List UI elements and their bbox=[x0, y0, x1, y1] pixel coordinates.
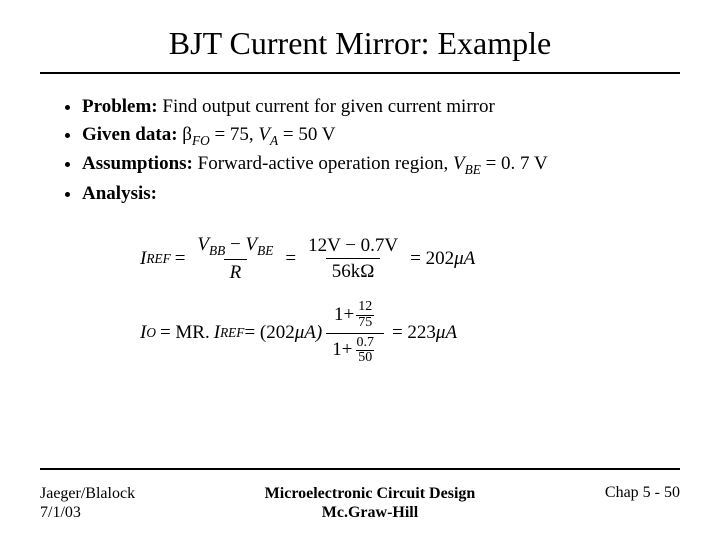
eq1-frac2-num: 12V − 0.7V bbox=[304, 233, 402, 259]
eq2-iref-sub: REF bbox=[220, 324, 244, 342]
eq1-frac2-den: 56kΩ bbox=[326, 258, 381, 285]
vbe-symbol: V bbox=[453, 153, 465, 174]
bullet-given: Given data: βFO = 75, VA = 50 V bbox=[82, 122, 660, 150]
footer-title: Microelectronic Circuit Design bbox=[135, 484, 605, 503]
eq2-ratio-top: 1+ 12 75 bbox=[326, 298, 384, 332]
eq1-minus: − bbox=[230, 234, 241, 255]
bullet-analysis: Analysis: bbox=[82, 181, 660, 207]
eq2-unit: μA bbox=[436, 320, 457, 346]
footer-authors: Jaeger/Blalock bbox=[40, 484, 135, 503]
va-val: = 50 V bbox=[278, 124, 335, 145]
eq1-result: = 202 bbox=[410, 246, 454, 272]
eq2-top-lead: 1+ bbox=[334, 305, 354, 326]
va-sub: A bbox=[270, 132, 278, 147]
eq2-paren-open: = (202 bbox=[244, 320, 294, 346]
eq2-ratio: 1+ 12 75 1+ 0.7 50 bbox=[326, 298, 384, 368]
eq2-lhs-sub: O bbox=[146, 324, 156, 342]
footer-date: 7/1/03 bbox=[40, 503, 135, 522]
text-problem: Find output current for given current mi… bbox=[158, 96, 495, 117]
bullet-list: Problem: Find output current for given c… bbox=[60, 94, 660, 207]
eq1-vbe-sub: BE bbox=[257, 243, 273, 258]
beta-val: = 75, bbox=[210, 124, 259, 145]
eq2-result: = 223 bbox=[392, 320, 436, 346]
footer-publisher: Mc.Graw-Hill bbox=[135, 503, 605, 522]
eq2-bot-num: 0.7 bbox=[354, 336, 376, 351]
eq1-frac2: 12V − 0.7V 56kΩ bbox=[304, 233, 402, 285]
eq1-vbb: V bbox=[197, 234, 209, 255]
bullet-problem: Problem: Find output current for given c… bbox=[82, 94, 660, 120]
label-problem: Problem: bbox=[82, 96, 158, 117]
slide-body: Problem: Find output current for given c… bbox=[40, 74, 680, 368]
eq1-vbb-sub: BB bbox=[209, 243, 225, 258]
bullet-assumptions: Assumptions: Forward-active operation re… bbox=[82, 151, 660, 179]
footer-page: Chap 5 - 50 bbox=[605, 484, 680, 502]
label-assumptions: Assumptions: bbox=[82, 153, 193, 174]
slide-title: BJT Current Mirror: Example bbox=[40, 25, 680, 62]
eq1-frac1-den: R bbox=[224, 259, 248, 286]
eq2-paren-unit: μA) bbox=[295, 320, 322, 346]
eq2-mr: = MR. bbox=[160, 320, 210, 346]
eq2-ratio-bot: 1+ 0.7 50 bbox=[326, 333, 384, 368]
footer: Jaeger/Blalock 7/1/03 Microelectronic Ci… bbox=[40, 484, 680, 522]
footer-center: Microelectronic Circuit Design Mc.Graw-H… bbox=[135, 484, 605, 522]
beta-sub: FO bbox=[192, 132, 210, 147]
label-analysis: Analysis: bbox=[82, 183, 157, 204]
eq1-equals: = bbox=[175, 246, 186, 272]
vbe-sub: BE bbox=[465, 162, 481, 177]
eq2-bot-lead: 1+ bbox=[332, 340, 352, 361]
eq2-top-den: 75 bbox=[356, 315, 374, 331]
eq2-bot-minifrac: 0.7 50 bbox=[354, 336, 376, 366]
va-symbol: V bbox=[258, 124, 270, 145]
footer-left: Jaeger/Blalock 7/1/03 bbox=[40, 484, 135, 522]
eq1-vbe: V bbox=[246, 234, 258, 255]
footer-rule bbox=[40, 468, 680, 470]
text-assumptions: Forward-active operation region, bbox=[193, 153, 453, 174]
vbe-val: = 0. 7 V bbox=[481, 153, 548, 174]
eq2-top-num: 12 bbox=[356, 300, 374, 315]
eq1-unit: μA bbox=[454, 246, 475, 272]
eq2-top-minifrac: 12 75 bbox=[356, 300, 374, 330]
equation-io: IO = MR. IREF = (202μA) 1+ 12 75 1+ bbox=[140, 298, 660, 368]
beta-symbol: β bbox=[182, 124, 192, 145]
eq1-frac1: VBB − VBE R bbox=[193, 232, 277, 286]
label-given: Given data: bbox=[82, 124, 178, 145]
slide: BJT Current Mirror: Example Problem: Fin… bbox=[0, 0, 720, 540]
eq1-frac1-num: VBB − VBE bbox=[193, 232, 277, 260]
equations-block: IREF = VBB − VBE R = 12V − 0.7V 56kΩ = 2… bbox=[60, 232, 660, 368]
eq2-bot-den: 50 bbox=[356, 350, 374, 366]
equation-iref: IREF = VBB − VBE R = 12V − 0.7V 56kΩ = 2… bbox=[140, 232, 660, 286]
eq1-lhs-sub: REF bbox=[146, 250, 170, 268]
footer-right: Chap 5 - 50 bbox=[605, 484, 680, 502]
eq1-equals2: = bbox=[285, 246, 296, 272]
